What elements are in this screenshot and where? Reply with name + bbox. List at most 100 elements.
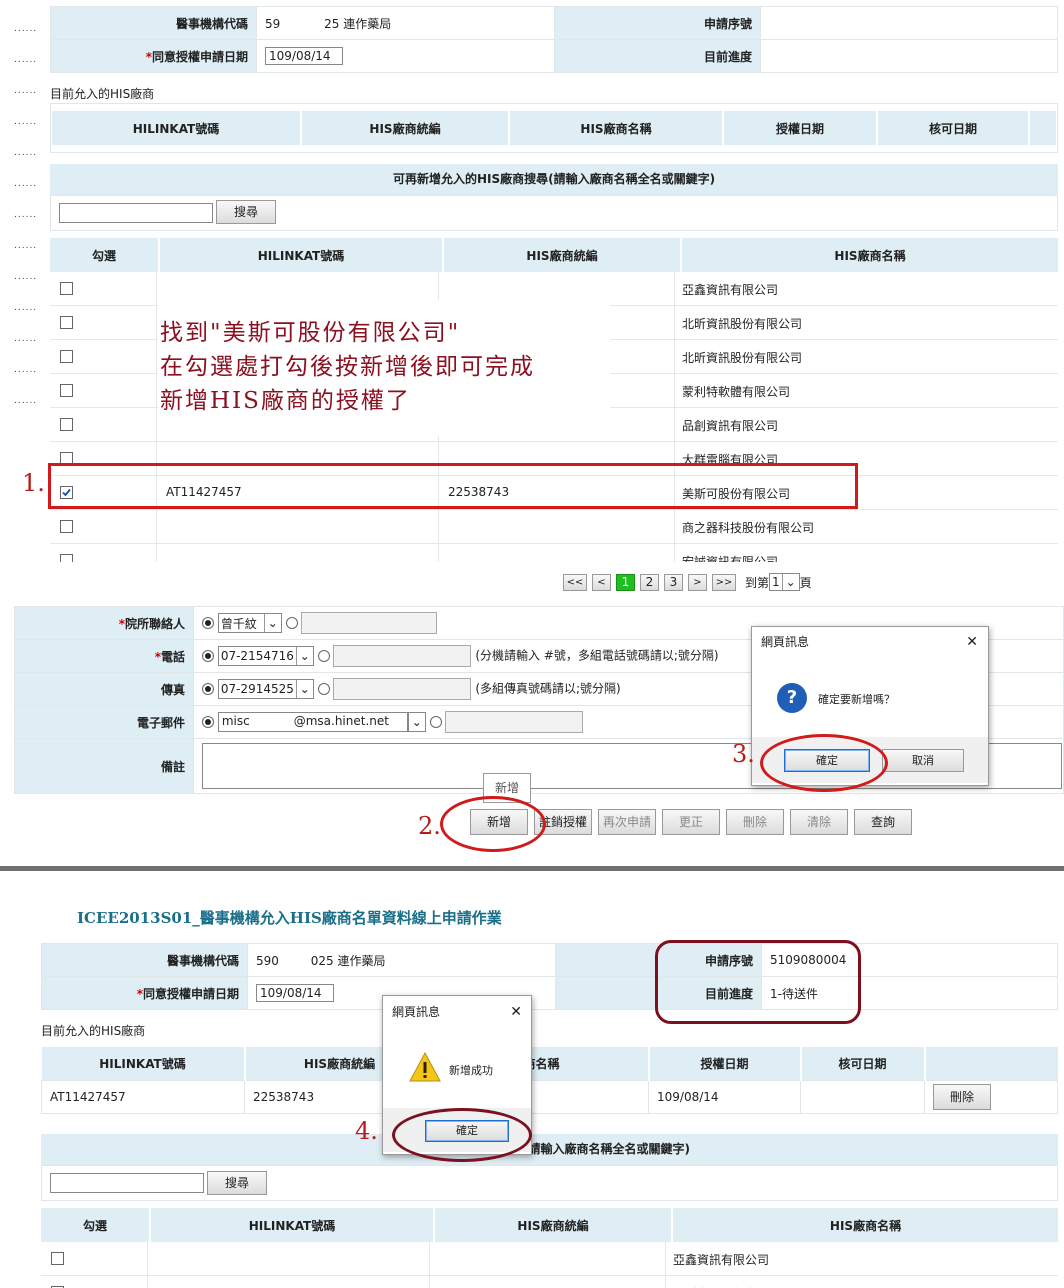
clear-button[interactable]: 清除 <box>790 809 848 835</box>
chevron-down-icon: ⌄ <box>295 680 313 698</box>
row-checkbox[interactable] <box>60 282 73 295</box>
phone-label: 電話 <box>160 649 185 664</box>
warning-icon <box>409 1052 441 1082</box>
allowed-date: 109/08/14 <box>648 1079 801 1114</box>
date-input[interactable]: 109/08/14 <box>256 984 334 1002</box>
pager-next-button[interactable]: > <box>688 573 707 591</box>
contact-select[interactable]: 曾千紋 ⌄ <box>217 613 282 633</box>
allowed-caption: 目前允入的HIS廠商 <box>41 1024 146 1038</box>
org-name-value: 25 連作藥局 <box>324 16 392 31</box>
email-text-input[interactable] <box>445 711 584 733</box>
allowed-approve-date <box>800 1079 925 1114</box>
fax-radio-text[interactable] <box>317 683 330 695</box>
row-name: 蒙利特軟體有限公司 <box>682 385 791 399</box>
allowed-delete-button[interactable]: 刪除 <box>933 1083 991 1110</box>
table-row: 亞鑫資訊有限公司 <box>41 1242 1058 1276</box>
dialog-cancel-button[interactable]: 取消 <box>882 749 964 772</box>
org-code-value: 590 <box>256 953 279 968</box>
allowed-caption: 目前允入的HIS廠商 <box>50 87 155 101</box>
dialog-message: 確定要新增嗎？ <box>818 693 895 706</box>
search-button[interactable]: 搜尋 <box>207 1171 267 1195</box>
phone-select[interactable]: 07-2154716 ⌄ <box>217 646 314 666</box>
date-input[interactable]: 109/08/14 <box>265 47 343 65</box>
reapply-button[interactable]: 再次申請 <box>598 809 656 835</box>
search-button[interactable]: 搜尋 <box>216 200 276 224</box>
chevron-down-icon: ⌄ <box>295 647 313 665</box>
vendor-header: 勾選 <box>50 238 160 272</box>
row-checkbox[interactable] <box>60 520 73 533</box>
pager-first-button[interactable]: << <box>563 573 587 591</box>
email-radio-select[interactable] <box>202 716 214 728</box>
vendor-header: HIS廠商名稱 <box>672 1208 1058 1242</box>
email-input[interactable]: misc @msa.hinet.net <box>217 712 408 732</box>
close-icon[interactable]: ✕ <box>510 996 522 1028</box>
pager-page[interactable]: 2 <box>640 573 659 591</box>
date-label: 同意授權申請日期 <box>151 49 248 64</box>
pager-prev-button[interactable]: < <box>592 573 611 591</box>
top-info-table: 醫事機構代碼 59 25 連作藥局 申請序號 *同意授權申請日期 109/08/… <box>50 6 1058 73</box>
email-label: 電子郵件 <box>14 705 194 739</box>
query-button[interactable]: 查詢 <box>854 809 912 835</box>
page-title: ICEE2013S01_醫事機構允入HIS廠商名單資料線上申請作業 <box>77 909 502 927</box>
question-icon: ? <box>777 683 807 713</box>
search-input[interactable] <box>50 1173 204 1193</box>
fax-text-input[interactable] <box>333 678 472 700</box>
pager-goto-select[interactable]: 1 ⌄ <box>769 573 800 591</box>
allowed-header-table: HILINKAT號碼 HIS廠商統編 HIS廠商名稱 授權日期 核可日期 <box>52 111 1056 145</box>
email-radio-text[interactable] <box>429 716 442 728</box>
close-icon[interactable]: ✕ <box>966 627 978 657</box>
step-2-label: 2. <box>418 812 441 840</box>
dialog-title: 網頁訊息 <box>761 635 810 649</box>
search-title: 尋(請輸入廠商名稱全名或關鍵字) <box>41 1134 1058 1165</box>
search-input[interactable] <box>59 203 213 223</box>
contact-radio-text[interactable] <box>285 617 298 629</box>
step-4-label: 4. <box>355 1117 378 1145</box>
highlight-seq-progress <box>655 940 861 1024</box>
bottom-vendor-wrap: 勾選 HILINKAT號碼 HIS廠商統編 HIS廠商名稱 亞鑫資訊有限公司北昕… <box>41 1208 1058 1288</box>
fax-radio-select[interactable] <box>202 683 214 695</box>
org-code-label: 醫事機構代碼 <box>50 6 257 40</box>
row-name: 宏誠資訊有限公司 <box>682 555 779 562</box>
allowed-header: 核可日期 <box>800 1047 926 1080</box>
phone-radio-text[interactable] <box>317 650 330 662</box>
row-checkbox[interactable] <box>51 1252 64 1265</box>
highlight-selected-row <box>48 463 858 509</box>
section-divider <box>0 866 1064 871</box>
contact-radio-select[interactable] <box>202 617 214 629</box>
annotation-line: 在勾選處打勾後按新增後即可完成 <box>160 354 535 380</box>
row-checkbox[interactable] <box>60 418 73 431</box>
contact-text-input[interactable] <box>301 612 438 634</box>
vendor-table: 勾選 HILINKAT號碼 HIS廠商統編 HIS廠商名稱 <box>50 238 1058 272</box>
fax-select[interactable]: 07-2914525 ⌄ <box>217 679 314 699</box>
vendor-header: HILINKAT號碼 <box>150 1208 435 1242</box>
allowed-header: 授權日期 <box>723 111 878 145</box>
pager-page-current[interactable]: 1 <box>616 573 635 591</box>
row-checkbox[interactable] <box>60 316 73 329</box>
phone-radio-select[interactable] <box>202 650 214 662</box>
row-checkbox[interactable] <box>60 554 73 562</box>
row-checkbox[interactable] <box>60 350 73 363</box>
row-name: 亞鑫資訊有限公司 <box>682 283 779 297</box>
vendor-rows: 亞鑫資訊有限公司北昕資訊股份有限公司 <box>41 1242 1058 1288</box>
pager-goto-prefix: 到第 <box>745 575 770 590</box>
apply-seq-value <box>760 6 1058 40</box>
search-title: 可再新增允入的HIS廠商搜尋(請輸入廠商名稱全名或關鍵字) <box>50 164 1058 195</box>
apply-seq-label: 申請序號 <box>554 6 761 40</box>
table-row: 商之器科技股份有限公司 <box>50 510 1058 544</box>
pager-last-button[interactable]: >> <box>712 573 736 591</box>
highlight-confirm-ok <box>760 734 888 792</box>
allowed-header: HILINKAT號碼 <box>41 1047 246 1080</box>
allowed-header: 核可日期 <box>877 111 1030 145</box>
row-checkbox[interactable] <box>60 384 73 397</box>
pager: << < 1 2 3 > >> 到第 1 ⌄ 頁 <box>563 573 812 591</box>
vendor-header: HIS廠商統編 <box>443 238 682 272</box>
table-row: AT11427457 22538743 109/08/14 刪除 <box>41 1079 1058 1114</box>
pager-page[interactable]: 3 <box>664 573 683 591</box>
delete-button[interactable]: 刪除 <box>726 809 784 835</box>
progress-value <box>760 39 1058 73</box>
allowed-header: 授權日期 <box>648 1047 802 1080</box>
correct-button[interactable]: 更正 <box>662 809 720 835</box>
email-domain-select[interactable]: ⌄ <box>407 712 426 732</box>
highlight-add-button <box>440 796 546 852</box>
phone-text-input[interactable] <box>333 645 472 667</box>
